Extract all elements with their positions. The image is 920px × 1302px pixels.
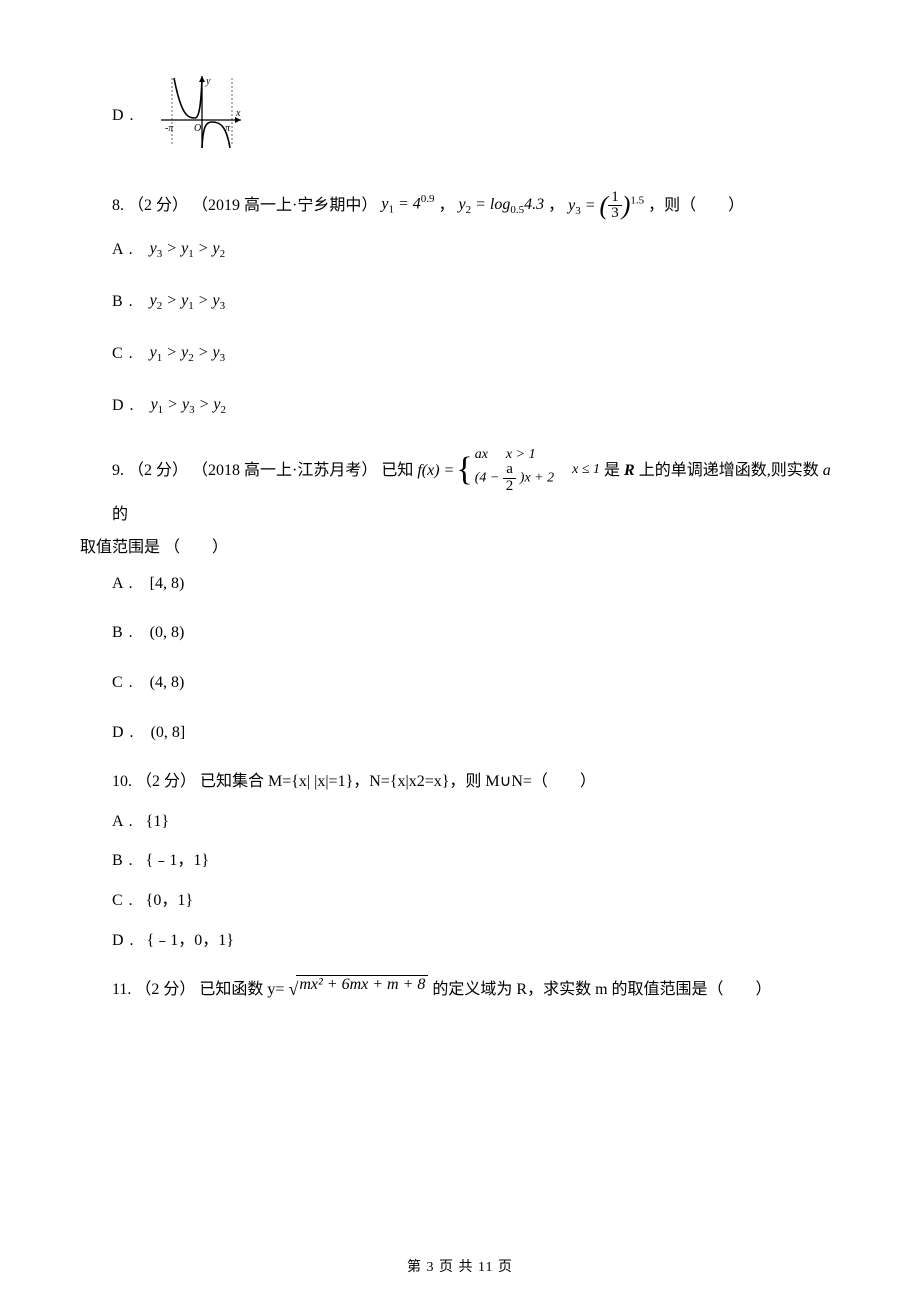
q8-c-label: C . (112, 341, 134, 367)
q9-mid1: 是 (604, 458, 620, 484)
q8-option-d: D . y1 > y3 > y2 (112, 392, 840, 420)
svg-text:O: O (194, 123, 201, 134)
q10-d-expr: {﹣1，0，1} (147, 932, 234, 949)
q9-option-b: B . (0, 8) (112, 620, 840, 646)
q8-suffix: ，则（ ） (648, 193, 744, 219)
q8-c-expr: y1 > y2 > y3 (150, 340, 225, 368)
q8-y2: y2 = log0.54.3 (459, 192, 545, 220)
q9-mid2: 上的单调递增函数,则实数 (639, 458, 819, 484)
q11-stem: 11. （2 分） 已知函数 y= √ mx² + 6mx + m + 8 的定… (112, 975, 840, 1004)
q9-option-a: A . [4, 8) (112, 571, 840, 597)
q10-option-c: C . {0，1} (112, 888, 840, 914)
q10-c-label: C . (112, 892, 134, 909)
q8-b-expr: y2 > y1 > y3 (150, 288, 225, 316)
q7-d-graph: -π π O y x (157, 70, 247, 161)
q8-a-label: A . (112, 237, 134, 263)
q10-stem: 10. （2 分） 已知集合 M={x| |x|=1}，N={x|x2=x}，则… (112, 769, 840, 795)
q9-piecewise: f(x) = { axx > 1 (4 − a2 )x + 2 x ≤ 1 (417, 443, 600, 497)
q9-b-label: B . (112, 620, 134, 646)
q9-stem-line2: 取值范围是 （ ） (80, 535, 840, 561)
q11-suffix: 的定义域为 R，求实数 m 的取值范围是（ ） (432, 977, 771, 1003)
q10-a-label: A . (112, 813, 134, 830)
q10-d-label: D . (112, 932, 135, 949)
q9-d-label: D . (112, 720, 135, 746)
q9-suffix: 的 (112, 502, 128, 528)
svg-text:y: y (205, 76, 211, 87)
q7-option-d: D . -π π O y x (112, 70, 840, 161)
q8-a-expr: y3 > y1 > y2 (150, 236, 225, 264)
q9-option-d: D . (0, 8] (112, 720, 840, 746)
q9-stem: 9. （2 分） （2018 高一上·江苏月考） 已知 f(x) = { axx… (112, 443, 840, 527)
q8-option-b: B . y2 > y1 > y3 (112, 288, 840, 316)
q8-c1: ， (439, 193, 455, 219)
q9-a-label: A . (112, 571, 134, 597)
q8-d-label: D . (112, 393, 135, 419)
q10-option-b: B . {﹣1，1} (112, 848, 840, 874)
q8-d-expr: y1 > y3 > y2 (151, 392, 226, 420)
q11-prefix: 11. （2 分） 已知函数 y= (112, 977, 284, 1003)
q9-a-expr: [4, 8) (150, 571, 185, 597)
q7-d-label: D . (112, 103, 135, 129)
q11-sqrt: √ mx² + 6mx + m + 8 (288, 975, 428, 1004)
q9-c-label: C . (112, 670, 134, 696)
svg-text:x: x (235, 108, 241, 119)
q10-option-a: A . {1} (112, 809, 840, 835)
q8-c2: ， (548, 193, 564, 219)
q8-y1: y1 = 40.9 (381, 191, 434, 219)
q9-a: a (823, 458, 831, 484)
svg-text:π: π (225, 123, 231, 134)
q9-b-expr: (0, 8) (150, 620, 185, 646)
q8-stem: 8. （2 分） （2019 高一上·宁乡期中） y1 = 40.9 ， y2 … (112, 185, 840, 227)
q9-prefix: 9. （2 分） （2018 高一上·江苏月考） 已知 (112, 458, 413, 484)
page-footer: 第 3 页 共 11 页 (0, 1256, 920, 1276)
q9-d-expr: (0, 8] (151, 720, 186, 746)
q8-option-a: A . y3 > y1 > y2 (112, 236, 840, 264)
q8-b-label: B . (112, 289, 134, 315)
svg-text:-π: -π (165, 123, 174, 134)
q9-option-c: C . (4, 8) (112, 670, 840, 696)
q10-a-expr: {1} (146, 813, 169, 830)
q10-option-d: D . {﹣1，0，1} (112, 928, 840, 954)
q8-prefix: 8. （2 分） （2019 高一上·宁乡期中） (112, 193, 377, 219)
q8-y3: y3 = (13)1.5 (568, 185, 644, 227)
q10-c-expr: {0，1} (146, 892, 193, 909)
q10-b-expr: {﹣1，1} (146, 852, 209, 869)
q8-option-c: C . y1 > y2 > y3 (112, 340, 840, 368)
q9-R: R (624, 458, 635, 484)
q10-b-label: B . (112, 852, 134, 869)
q9-c-expr: (4, 8) (150, 670, 185, 696)
